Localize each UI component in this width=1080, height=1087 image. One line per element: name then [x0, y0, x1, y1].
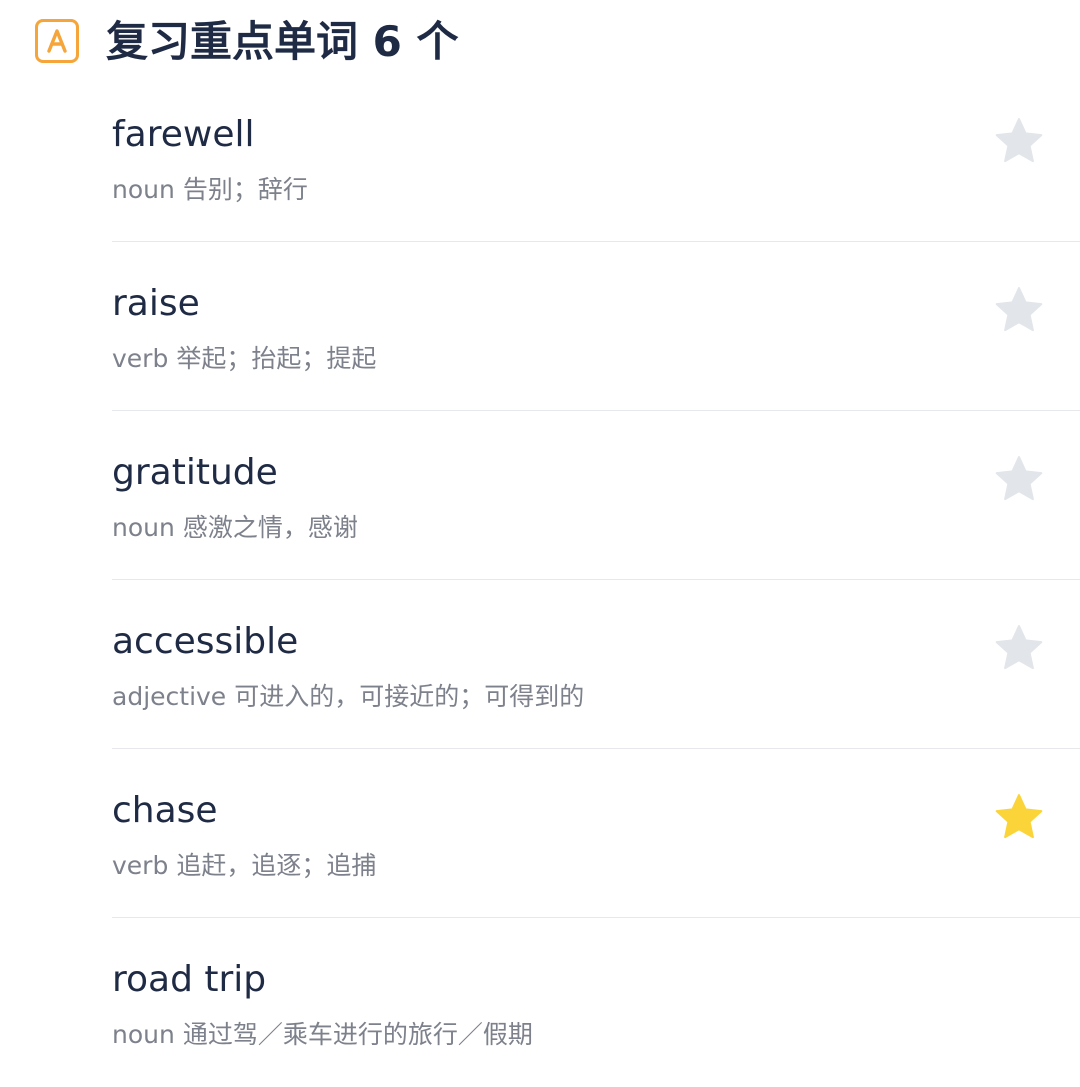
part-of-speech: adjective	[112, 682, 227, 711]
page-title: 复习重点单词 6 个	[106, 17, 459, 66]
word-row[interactable]: accessible adjective 可进入的，可接近的；可得到的	[112, 580, 1080, 749]
starred-star-icon[interactable]	[992, 791, 1046, 845]
word-term: farewell	[112, 114, 255, 155]
word-row[interactable]: farewell noun 告别；辞行	[112, 73, 1080, 242]
definition-text: 追赶，追逐；追捕	[176, 851, 377, 880]
word-term: accessible	[112, 621, 299, 662]
word-definition: noun 通过驾／乘车进行的旅行／假期	[112, 1018, 533, 1052]
star-icon[interactable]	[992, 622, 1046, 676]
star-icon[interactable]	[992, 284, 1046, 338]
part-of-speech: noun	[112, 513, 175, 542]
word-term: road trip	[112, 959, 267, 1000]
part-of-speech: verb	[112, 344, 169, 373]
definition-text: 感激之情，感谢	[182, 513, 358, 542]
star-icon[interactable]	[992, 115, 1046, 169]
definition-text: 举起；抬起；提起	[176, 344, 377, 373]
word-term: raise	[112, 283, 200, 324]
definition-text: 可进入的，可接近的；可得到的	[234, 682, 585, 711]
word-list: farewell noun 告别；辞行 raise verb 举起；抬起；提起 gratit…	[112, 73, 1080, 1087]
definition-text: 告别；辞行	[182, 175, 308, 204]
word-definition: adjective 可进入的，可接近的；可得到的	[112, 680, 584, 714]
word-definition: noun 告别；辞行	[112, 173, 308, 207]
star-icon[interactable]	[992, 453, 1046, 507]
part-of-speech: noun	[112, 175, 175, 204]
word-definition: verb 举起；抬起；提起	[112, 342, 376, 376]
word-row[interactable]: chase verb 追赶，追逐；追捕	[112, 749, 1080, 918]
word-row[interactable]: raise verb 举起；抬起；提起	[112, 242, 1080, 411]
part-of-speech: noun	[112, 1020, 175, 1049]
definition-text: 通过驾／乘车进行的旅行／假期	[182, 1020, 533, 1049]
word-definition: verb 追赶，追逐；追捕	[112, 849, 376, 883]
word-term: chase	[112, 790, 218, 831]
word-definition: noun 感激之情，感谢	[112, 511, 358, 545]
letter-a-icon	[35, 19, 79, 63]
word-term: gratitude	[112, 452, 278, 493]
part-of-speech: verb	[112, 851, 169, 880]
word-row[interactable]: road trip noun 通过驾／乘车进行的旅行／假期	[112, 918, 1080, 1087]
word-row[interactable]: gratitude noun 感激之情，感谢	[112, 411, 1080, 580]
